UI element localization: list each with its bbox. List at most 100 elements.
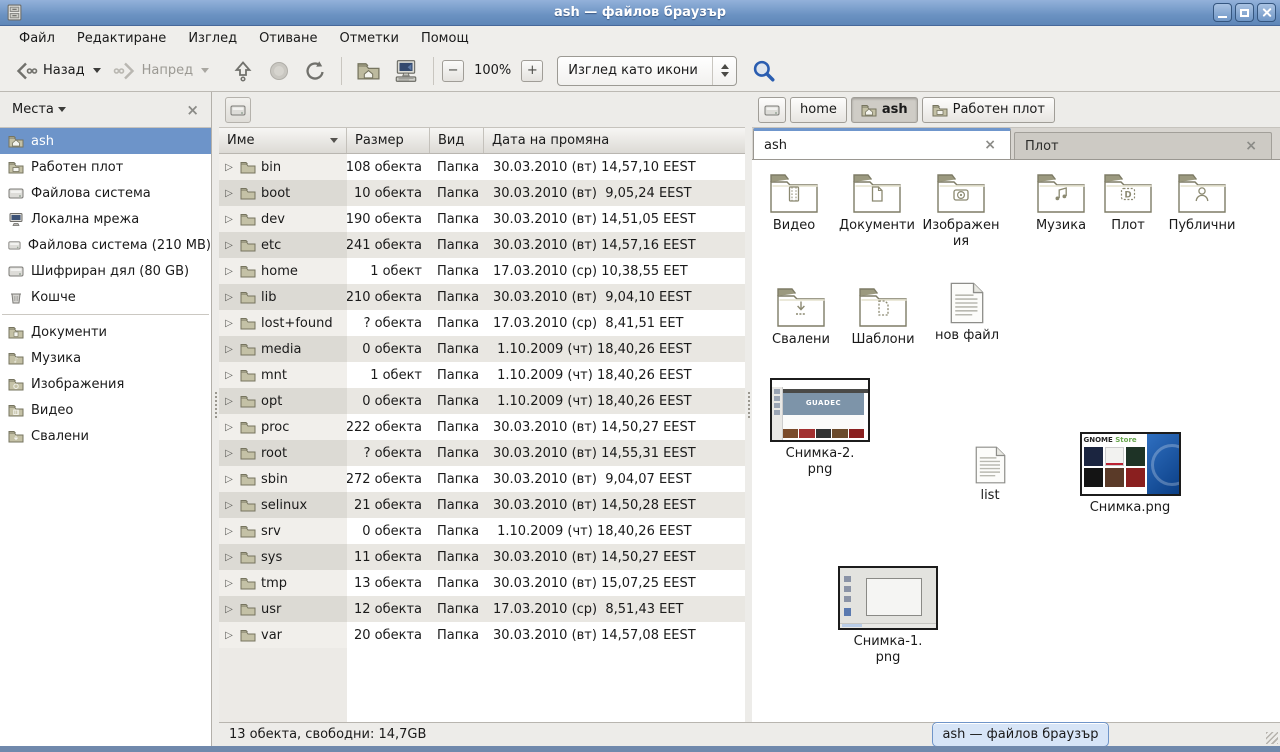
sidebar-bookmark-item[interactable]: Видео <box>0 397 211 423</box>
zoom-in-button[interactable]: + <box>521 60 543 82</box>
tree-row[interactable]: ▷ lost+found ? обекта Папка 17.03.2010 (… <box>219 310 745 336</box>
folder-item-video[interactable]: Видео <box>755 170 833 234</box>
zoom-out-button[interactable]: − <box>442 60 464 82</box>
maximize-button[interactable] <box>1235 3 1254 22</box>
tree-row[interactable]: ▷ root ? обекта Папка 30.03.2010 (вт) 14… <box>219 440 745 466</box>
column-header-type[interactable]: Вид <box>430 128 484 153</box>
tree-row[interactable]: ▷ home 1 обект Папка 17.03.2010 (ср) 10,… <box>219 258 745 284</box>
column-header-name[interactable]: Име <box>219 128 347 153</box>
expander-icon[interactable]: ▷ <box>223 292 235 303</box>
tree-row[interactable]: ▷ proc 222 обекта Папка 30.03.2010 (вт) … <box>219 414 745 440</box>
tree-row[interactable]: ▷ opt 0 обекта Папка 1.10.2009 (чт) 18,4… <box>219 388 745 414</box>
path-home-button[interactable]: home <box>790 97 847 123</box>
tree-row[interactable]: ▷ srv 0 обекта Папка 1.10.2009 (чт) 18,4… <box>219 518 745 544</box>
view-mode-select[interactable]: Изглед като икони <box>557 56 737 86</box>
expander-icon[interactable]: ▷ <box>223 240 235 251</box>
tree-row[interactable]: ▷ mnt 1 обект Папка 1.10.2009 (чт) 18,40… <box>219 362 745 388</box>
pane-resize-handle[interactable] <box>745 92 752 746</box>
sidebar-place-item[interactable]: Файлова система <box>0 180 211 206</box>
root-location-button[interactable] <box>225 97 251 123</box>
forward-button[interactable]: Напред <box>107 55 215 87</box>
menu-file[interactable]: Файл <box>10 29 64 48</box>
column-header-date[interactable]: Дата на промяна <box>484 128 745 153</box>
tree-row[interactable]: ▷ etc 241 обекта Папка 30.03.2010 (вт) 1… <box>219 232 745 258</box>
expander-icon[interactable]: ▷ <box>223 578 235 589</box>
sidebar-place-item[interactable]: Локална мрежа <box>0 206 211 232</box>
tree-row[interactable]: ▷ tmp 13 обекта Папка 30.03.2010 (вт) 15… <box>219 570 745 596</box>
image-item-snimka[interactable]: GNOME Store Снимка.png <box>1077 432 1183 516</box>
sidebar-place-item[interactable]: Файлова система (210 MB) <box>0 232 211 258</box>
menu-help[interactable]: Помощ <box>412 29 478 48</box>
expander-icon[interactable]: ▷ <box>223 188 235 199</box>
tab-close-icon[interactable]: × <box>1241 138 1261 154</box>
expander-icon[interactable]: ▷ <box>223 552 235 563</box>
sidebar-bookmark-item[interactable]: Свалени <box>0 423 211 449</box>
image-item-snimka2[interactable]: GUADEC Снимка-2. png <box>768 378 872 478</box>
expander-icon[interactable]: ▷ <box>223 448 235 459</box>
menu-view[interactable]: Изглед <box>179 29 246 48</box>
path-current-button[interactable]: ash <box>851 97 918 123</box>
tree-row[interactable]: ▷ boot 10 обекта Папка 30.03.2010 (вт) 9… <box>219 180 745 206</box>
folder-item-documents[interactable]: Документи <box>834 170 920 234</box>
folder-item-pictures[interactable]: Изображен ия <box>918 170 1004 250</box>
sidebar-selector-chevron-icon[interactable] <box>58 107 66 112</box>
file-item-list[interactable]: list <box>960 446 1020 504</box>
minimize-button[interactable] <box>1213 3 1232 22</box>
back-history-chevron-icon[interactable] <box>93 68 101 73</box>
path-root-button[interactable] <box>758 97 786 123</box>
expander-icon[interactable]: ▷ <box>223 370 235 381</box>
expander-icon[interactable]: ▷ <box>223 526 235 537</box>
expander-icon[interactable]: ▷ <box>223 266 235 277</box>
image-item-snimka1[interactable]: Снимка-1. png <box>836 566 940 666</box>
sidebar-close-button[interactable]: × <box>182 101 203 119</box>
tree-row[interactable]: ▷ dev 190 обекта Папка 30.03.2010 (вт) 1… <box>219 206 745 232</box>
expander-icon[interactable]: ▷ <box>223 396 235 407</box>
menu-go[interactable]: Отиване <box>250 29 326 48</box>
sidebar-place-item[interactable]: Шифриран дял (80 GB) <box>0 258 211 284</box>
home-button[interactable] <box>350 54 387 87</box>
search-button[interactable] <box>745 54 783 88</box>
folder-item-desktop[interactable]: Плот <box>1092 170 1164 234</box>
tab-close-icon[interactable]: × <box>980 137 1000 153</box>
tab-ash[interactable]: ash × <box>753 128 1011 159</box>
back-button[interactable]: Назад <box>8 55 107 87</box>
pane-resize-handle[interactable] <box>212 92 219 746</box>
tab-plot[interactable]: Плот × <box>1014 132 1272 159</box>
close-button[interactable] <box>1257 3 1276 22</box>
reload-button[interactable] <box>297 55 333 87</box>
tree-row[interactable]: ▷ usr 12 обекта Папка 17.03.2010 (ср) 8,… <box>219 596 745 622</box>
expander-icon[interactable]: ▷ <box>223 344 235 355</box>
expander-icon[interactable]: ▷ <box>223 604 235 615</box>
tree-row[interactable]: ▷ var 20 обекта Папка 30.03.2010 (вт) 14… <box>219 622 745 648</box>
sidebar-bookmark-item[interactable]: Документи <box>0 319 211 345</box>
tree-row[interactable]: ▷ media 0 обекта Папка 1.10.2009 (чт) 18… <box>219 336 745 362</box>
sidebar-place-item[interactable]: Кошче <box>0 284 211 310</box>
expander-icon[interactable]: ▷ <box>223 500 235 511</box>
tree-row[interactable]: ▷ bin 108 обекта Папка 30.03.2010 (вт) 1… <box>219 154 745 180</box>
tree-row[interactable]: ▷ selinux 21 обекта Папка 30.03.2010 (вт… <box>219 492 745 518</box>
menu-edit[interactable]: Редактиране <box>68 29 175 48</box>
computer-button[interactable] <box>387 54 425 88</box>
path-desktop-button[interactable]: Работен плот <box>922 97 1055 123</box>
column-header-size[interactable]: Размер <box>347 128 430 153</box>
sidebar-title[interactable]: Места <box>8 102 54 117</box>
expander-icon[interactable]: ▷ <box>223 214 235 225</box>
expander-icon[interactable]: ▷ <box>223 474 235 485</box>
tree-row[interactable]: ▷ sbin 272 обекта Папка 30.03.2010 (вт) … <box>219 466 745 492</box>
expander-icon[interactable]: ▷ <box>223 162 235 173</box>
sidebar-bookmark-item[interactable]: Музика <box>0 345 211 371</box>
folder-item-public[interactable]: Публични <box>1160 170 1244 234</box>
folder-item-music[interactable]: Музика <box>1022 170 1100 234</box>
folder-item-downloads[interactable]: Свалени <box>761 284 841 348</box>
sidebar-bookmark-item[interactable]: Изображения <box>0 371 211 397</box>
resize-grip[interactable] <box>1266 732 1278 744</box>
file-item-new-file[interactable]: нов файл <box>928 282 1006 344</box>
tree-row[interactable]: ▷ lib 210 обекта Папка 30.03.2010 (вт) 9… <box>219 284 745 310</box>
tree-row[interactable]: ▷ sys 11 обекта Папка 30.03.2010 (вт) 14… <box>219 544 745 570</box>
sidebar-place-item[interactable]: ash <box>0 128 211 154</box>
up-button[interactable] <box>225 55 261 87</box>
expander-icon[interactable]: ▷ <box>223 318 235 329</box>
menu-bookmarks[interactable]: Отметки <box>330 29 407 48</box>
expander-icon[interactable]: ▷ <box>223 630 235 641</box>
folder-item-templates[interactable]: Шаблони <box>842 284 924 348</box>
